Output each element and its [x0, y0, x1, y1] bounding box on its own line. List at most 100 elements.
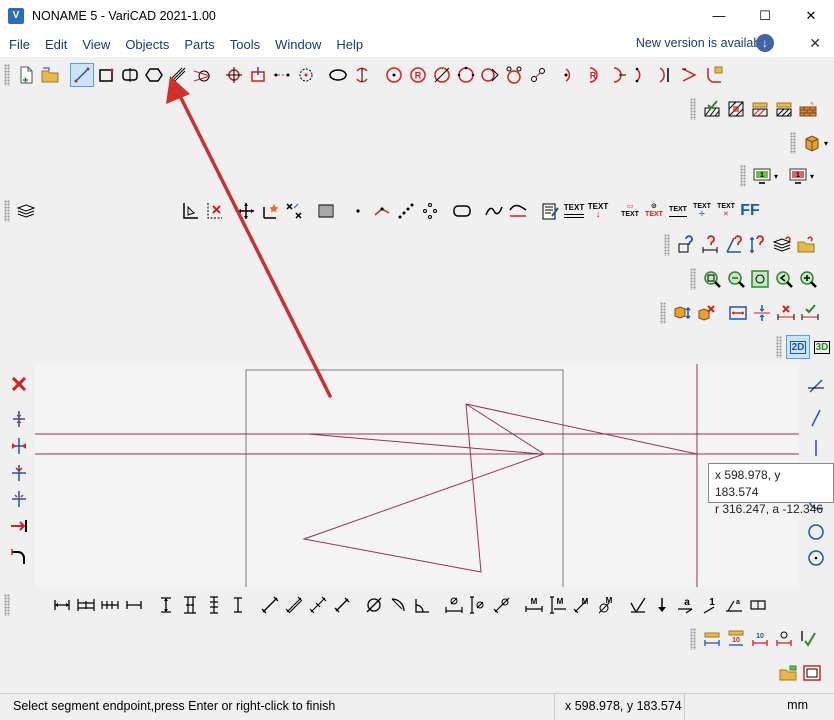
menu-parts[interactable]: Parts: [178, 37, 220, 52]
menu-edit[interactable]: Edit: [39, 37, 73, 52]
download-icon[interactable]: ↓: [756, 34, 774, 52]
point-segment-icon[interactable]: [370, 199, 394, 223]
toolbar-grip[interactable]: [4, 200, 10, 222]
dim-vertical-arrows-icon[interactable]: [750, 301, 774, 325]
dim-aligned-chain-icon[interactable]: [282, 593, 306, 617]
zoom-extent-icon[interactable]: [748, 267, 772, 291]
dropdown-arrow-icon[interactable]: ▾: [824, 139, 828, 148]
toolbar-grip[interactable]: [660, 302, 666, 324]
menu-window[interactable]: Window: [269, 37, 327, 52]
toolbar-grip[interactable]: [4, 594, 10, 616]
folder-query-icon[interactable]: [794, 233, 818, 257]
dim-format-1-icon[interactable]: [700, 627, 724, 651]
menu-file[interactable]: File: [3, 37, 36, 52]
zoom-previous-icon[interactable]: [772, 267, 796, 291]
distance-query-icon[interactable]: [698, 233, 722, 257]
dim-horizontal-base-icon[interactable]: [98, 593, 122, 617]
line-tool-icon[interactable]: [70, 63, 94, 87]
arc-tangent-tool-icon[interactable]: [606, 63, 630, 87]
angle-line-icon[interactable]: [804, 374, 828, 398]
center-point-tool-icon[interactable]: [294, 63, 318, 87]
dim-box-icon[interactable]: [726, 301, 750, 325]
zoom-window-icon[interactable]: [724, 267, 748, 291]
spline-icon[interactable]: [506, 199, 530, 223]
label-1-icon[interactable]: 1: [698, 593, 722, 617]
new-file-icon[interactable]: [14, 63, 38, 87]
point-line-tool-icon[interactable]: [270, 63, 294, 87]
rounded-box-icon[interactable]: [450, 199, 474, 223]
arc-line-tool-icon[interactable]: [654, 63, 678, 87]
hatch-line-tool-icon[interactable]: [166, 63, 190, 87]
circle-snap-icon[interactable]: [804, 520, 828, 544]
curve-icon[interactable]: [482, 199, 506, 223]
arc-tangent-line-tool-icon[interactable]: [678, 63, 702, 87]
dim-diameter-vertical-icon[interactable]: [466, 593, 490, 617]
mode-2d-button[interactable]: 2D: [786, 335, 810, 359]
arrow-down-icon[interactable]: [650, 593, 674, 617]
circle-3point-tool-icon[interactable]: [454, 63, 478, 87]
circle-radius-tool-icon[interactable]: R: [406, 63, 430, 87]
block-delete-icon[interactable]: [694, 301, 718, 325]
crosshair-tool-icon[interactable]: [222, 63, 246, 87]
toolbar-grip[interactable]: [790, 132, 796, 154]
dim-diameter-horizontal-icon[interactable]: [442, 593, 466, 617]
toolbar-grip[interactable]: [4, 64, 10, 86]
open-folder-icon[interactable]: [38, 63, 62, 87]
layers-icon[interactable]: [14, 199, 38, 223]
dim-diameter-aligned-icon[interactable]: [490, 593, 514, 617]
move-icon[interactable]: [234, 199, 258, 223]
dim-vertical-icon[interactable]: [154, 593, 178, 617]
circle-tangent-tool-icon[interactable]: [430, 63, 454, 87]
delete-selection-icon[interactable]: [202, 199, 226, 223]
zoom-in-icon[interactable]: [796, 267, 820, 291]
perpendicular-icon[interactable]: [804, 406, 828, 430]
box-insert-tool-icon[interactable]: [246, 63, 270, 87]
point-icon[interactable]: [346, 199, 370, 223]
snap-horizontal-icon[interactable]: [7, 461, 31, 485]
point-row-icon[interactable]: [394, 199, 418, 223]
dim-format-check-icon[interactable]: [796, 627, 820, 651]
welding-icon[interactable]: a: [722, 593, 746, 617]
text-move-icon[interactable]: TEXT ✛: [690, 199, 714, 223]
3d-block-icon[interactable]: [800, 131, 824, 155]
dim-m-diameter-icon[interactable]: M: [594, 593, 618, 617]
screen-green-icon[interactable]: 1: [750, 164, 774, 188]
layer-query-icon[interactable]: [770, 233, 794, 257]
dim-horizontal-icon[interactable]: [50, 593, 74, 617]
dim-diameter-icon[interactable]: [362, 593, 386, 617]
rotate-tool-icon[interactable]: [350, 63, 374, 87]
dim-radius-icon[interactable]: [386, 593, 410, 617]
arc-fillet-tool-icon[interactable]: [702, 63, 726, 87]
screen-red-icon[interactable]: 1: [786, 164, 810, 188]
dim-aligned-base-icon[interactable]: [306, 593, 330, 617]
dim-vertical-simple-icon[interactable]: [226, 593, 250, 617]
dim-aligned-icon[interactable]: [258, 593, 282, 617]
snap-vertical-icon[interactable]: [7, 407, 31, 431]
dropdown-arrow-icon[interactable]: ▾: [810, 172, 814, 181]
hatch-check-icon[interactable]: [700, 97, 724, 121]
hatch-layer-icon[interactable]: [748, 97, 772, 121]
block-swap-icon[interactable]: [670, 301, 694, 325]
dim-format-10-icon[interactable]: 10: [724, 627, 748, 651]
mirror-icon[interactable]: [282, 199, 306, 223]
maximize-button[interactable]: ☐: [742, 0, 788, 31]
tangent-line-tool-icon[interactable]: [190, 63, 214, 87]
toolbar-grip[interactable]: [690, 268, 696, 290]
toolbar-grip[interactable]: [776, 336, 782, 358]
dim-vertical-chain-icon[interactable]: [178, 593, 202, 617]
snap-middle-icon[interactable]: [7, 434, 31, 458]
circle-center-tool-icon[interactable]: [382, 63, 406, 87]
vertical-query-icon[interactable]: [746, 233, 770, 257]
cancel-snap-icon[interactable]: [7, 372, 31, 396]
minimize-button[interactable]: —: [696, 0, 742, 31]
select-corner-icon[interactable]: [178, 199, 202, 223]
font-icon[interactable]: FF: [738, 199, 762, 223]
snap-fillet-icon[interactable]: [7, 544, 31, 568]
dim-delete-icon[interactable]: [774, 301, 798, 325]
dim-m-horizontal-icon[interactable]: M: [522, 593, 546, 617]
dim-format-10b-icon[interactable]: 10: [748, 627, 772, 651]
text-symbol-icon[interactable]: ⊙ TEXT: [642, 199, 666, 223]
text-edit-icon[interactable]: [538, 199, 562, 223]
rounded-rect-tool-icon[interactable]: [118, 63, 142, 87]
dim-horizontal-chain-icon[interactable]: [74, 593, 98, 617]
